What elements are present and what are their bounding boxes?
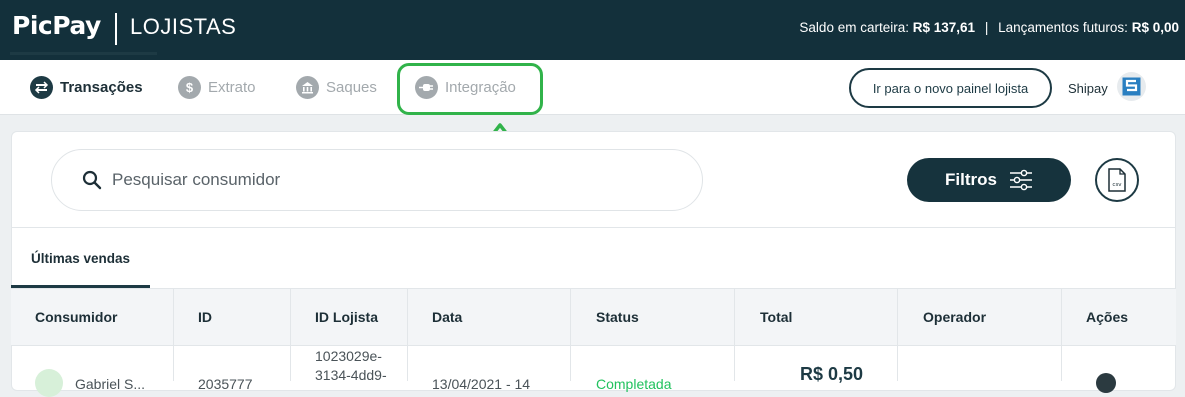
transaction-total: R$ 0,50 [800, 364, 864, 384]
tab-label: Extrato [208, 79, 256, 96]
column-header: Data [432, 309, 463, 325]
column-header: Total [760, 309, 793, 325]
csv-label: csv [1112, 182, 1122, 188]
shipay-logo-icon[interactable] [1117, 72, 1146, 101]
export-csv-button[interactable]: csv [1095, 158, 1139, 202]
tab-transacoes[interactable]: Transações [30, 60, 143, 115]
wallet-label: Saldo em carteira: [799, 20, 909, 35]
account-name[interactable]: Shipay [1068, 81, 1108, 96]
column-separator [734, 288, 735, 381]
future-value: R$ 0,00 [1131, 20, 1179, 35]
card-divider [11, 227, 1176, 228]
column-header: Operador [923, 309, 987, 325]
csv-file-icon: csv [1108, 168, 1126, 192]
store-id-line: 1023029e- [315, 348, 382, 364]
avatar [35, 369, 63, 397]
transactions-icon [30, 76, 53, 99]
active-tab-indicator [10, 52, 157, 55]
wallet-value: R$ 137,61 [912, 20, 976, 35]
new-panel-button[interactable]: Ir para o novo painel lojista [849, 68, 1052, 108]
column-separator [290, 288, 291, 381]
search-box[interactable] [51, 149, 703, 211]
product-name: LOJISTAS [130, 14, 237, 39]
column-separator [1061, 288, 1062, 381]
tab-label: Saques [326, 79, 377, 96]
column-separator [407, 288, 408, 381]
tab-extrato[interactable]: $ Extrato [178, 60, 256, 115]
consumer-name[interactable]: Gabriel S... [75, 376, 145, 392]
filters-label: Filtros [945, 170, 997, 189]
picpay-logo[interactable]: PicPay [12, 11, 101, 40]
transaction-id: 2035777 [198, 376, 253, 392]
balance-summary: Saldo em carteira: R$ 137,61 | Lançament… [799, 20, 1179, 35]
column-separator [570, 288, 571, 381]
logo-separator [115, 13, 117, 45]
tab-saques[interactable]: Saques [296, 60, 377, 115]
transaction-date: 13/04/2021 - 14 [432, 376, 531, 392]
column-header: ID [198, 309, 212, 325]
table-header [11, 288, 1176, 346]
search-icon [82, 170, 102, 190]
column-header: Ações [1086, 309, 1129, 325]
column-separator [173, 288, 174, 381]
filters-button[interactable]: Filtros [907, 158, 1071, 202]
column-header: Status [596, 309, 639, 325]
sliders-icon [1009, 169, 1032, 191]
dollar-icon: $ [178, 76, 201, 99]
top-header: PicPay LOJISTAS Saldo em carteira: R$ 13… [0, 0, 1185, 60]
status-badge: Completada [596, 376, 672, 392]
column-separator [897, 288, 898, 381]
search-input[interactable] [112, 170, 612, 190]
tab-label: Transações [60, 79, 143, 96]
column-header: Consumidor [35, 309, 118, 325]
balance-separator: | [984, 20, 989, 35]
column-header: ID Lojista [315, 309, 379, 325]
bank-icon [296, 76, 319, 99]
more-icon[interactable] [1096, 373, 1116, 393]
integration-highlight-box [397, 63, 543, 115]
future-label: Lançamentos futuros: [998, 20, 1128, 35]
subtab-ultimas-vendas[interactable]: Últimas vendas [31, 251, 130, 266]
